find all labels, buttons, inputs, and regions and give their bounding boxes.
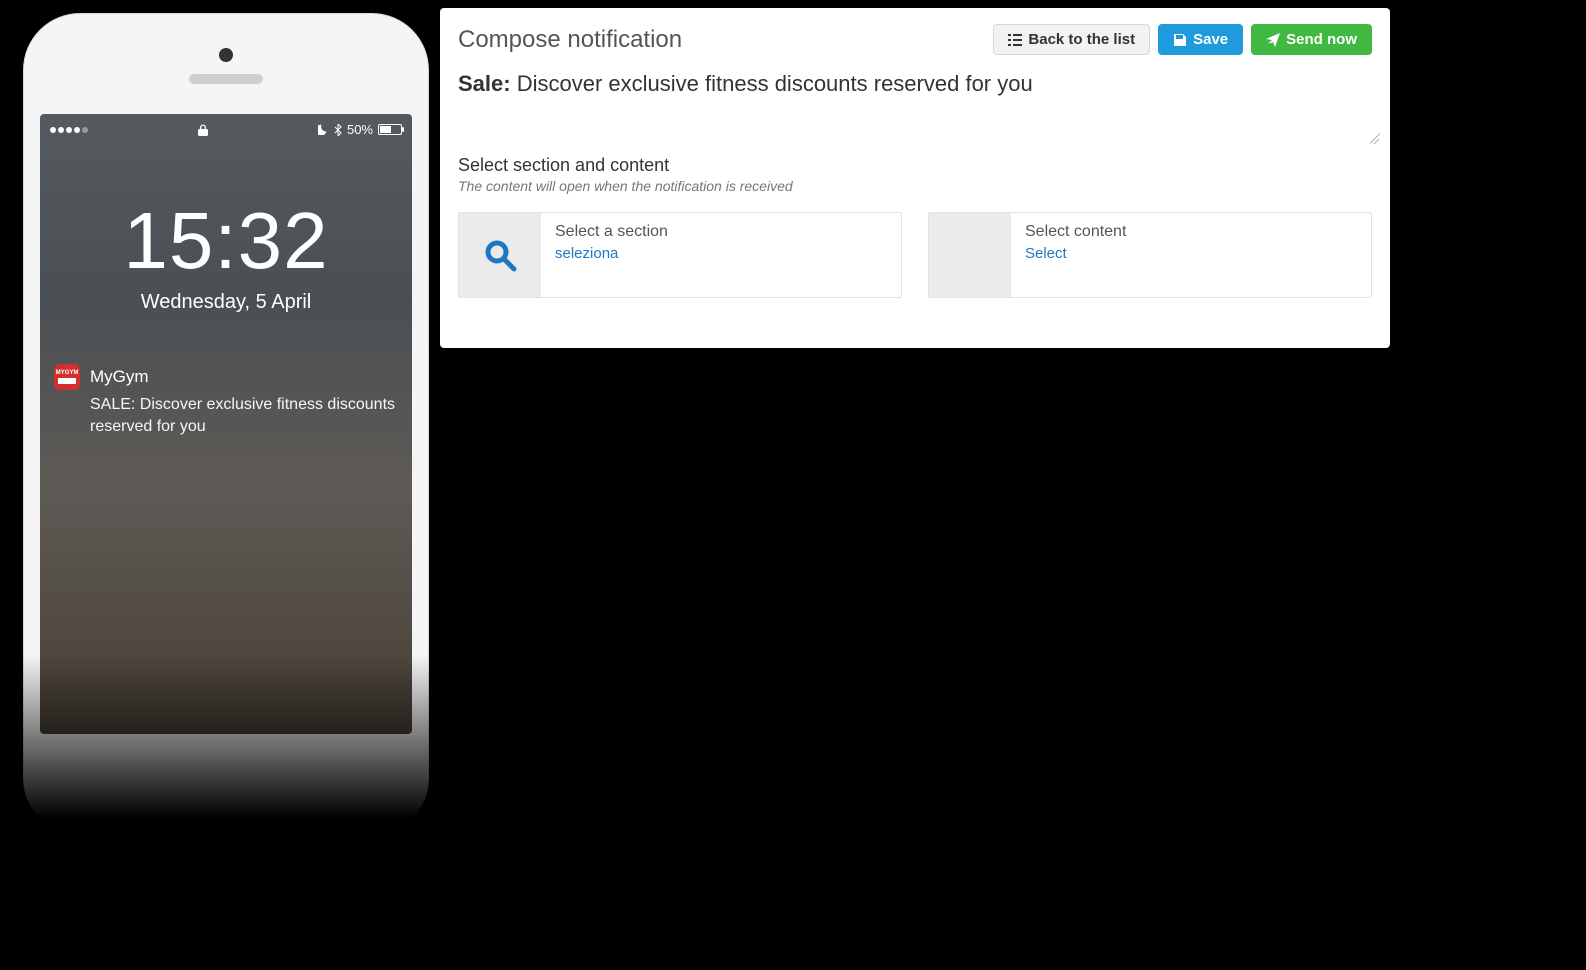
send-now-button[interactable]: Send now (1251, 24, 1372, 55)
notification-body: SALE: Discover exclusive fitness discoun… (54, 394, 398, 437)
app-badge-icon: MYGYM (54, 364, 80, 390)
lock-clock: 15:32 Wednesday, 5 April (40, 195, 412, 314)
resize-handle-icon[interactable] (1368, 131, 1382, 145)
notification-app-name: MyGym (90, 367, 149, 387)
lock-time: 15:32 (40, 195, 412, 287)
moon-icon (318, 124, 329, 135)
send-icon (1266, 33, 1280, 47)
back-to-list-button[interactable]: Back to the list (993, 24, 1150, 55)
bluetooth-icon (334, 124, 342, 136)
notification-card: MYGYM MyGym SALE: Discover exclusive fit… (54, 364, 398, 437)
select-content-thumb (929, 213, 1011, 297)
save-button[interactable]: Save (1158, 24, 1243, 55)
compose-textarea[interactable]: Sale: Discover exclusive fitness discoun… (458, 71, 1372, 141)
list-icon (1008, 34, 1022, 46)
select-section-title: Select a section (555, 223, 668, 241)
lock-icon (198, 124, 208, 136)
compose-prefix: Sale: (458, 71, 511, 96)
notification-header: MYGYM MyGym (54, 364, 398, 390)
search-icon (482, 237, 518, 273)
send-button-label: Send now (1286, 31, 1357, 48)
status-right: 50% (318, 122, 402, 137)
panel-title: Compose notification (458, 26, 682, 54)
select-section-link[interactable]: seleziona (555, 245, 668, 262)
phone-camera (219, 48, 233, 62)
status-left (50, 127, 88, 133)
select-section-card[interactable]: Select a section seleziona (458, 212, 902, 298)
phone-speaker (189, 74, 263, 84)
save-button-label: Save (1193, 31, 1228, 48)
section-hint: The content will open when the notificat… (458, 178, 1372, 194)
select-content-title: Select content (1025, 223, 1126, 241)
signal-dots-icon (50, 127, 88, 133)
back-button-label: Back to the list (1028, 31, 1135, 48)
select-section-thumb (459, 213, 541, 297)
compose-panel: Compose notification Back to the list Sa… (440, 8, 1390, 348)
select-row: Select a section seleziona Select conten… (458, 212, 1372, 298)
status-bar: 50% (40, 114, 412, 137)
select-content-card[interactable]: Select content Select (928, 212, 1372, 298)
compose-text: Discover exclusive fitness discounts res… (517, 71, 1033, 96)
battery-percent: 50% (347, 122, 373, 137)
lock-date: Wednesday, 5 April (40, 291, 412, 314)
section-label: Select section and content (458, 155, 1372, 176)
select-content-link[interactable]: Select (1025, 245, 1126, 262)
panel-actions: Back to the list Save Send now (993, 24, 1372, 55)
save-icon (1173, 33, 1187, 47)
battery-icon (378, 124, 402, 135)
panel-header: Compose notification Back to the list Sa… (458, 24, 1372, 55)
phone-screen: 50% 15:32 Wednesday, 5 April MYGYM MyGym… (40, 114, 412, 734)
phone-preview: 50% 15:32 Wednesday, 5 April MYGYM MyGym… (24, 14, 428, 834)
